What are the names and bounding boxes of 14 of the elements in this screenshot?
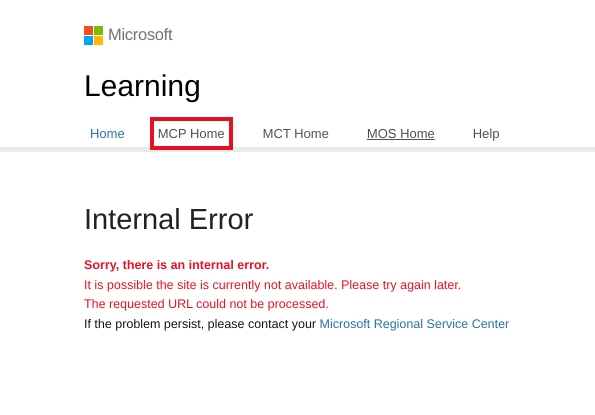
message-text: The requested URL could not be processed. — [84, 296, 330, 314]
message-text: Sorry, there is an internal error. — [84, 257, 270, 274]
nav-link[interactable]: MOS Home — [358, 116, 443, 150]
message-text: If the problem persist, please contact your Microsoft Regional Service Center — [84, 316, 510, 334]
message-text: It is possible the site is currently not available. Please try again later. — [84, 276, 462, 294]
nav-link[interactable]: MCP Home — [150, 116, 233, 150]
site-title: Learning — [84, 69, 202, 105]
windows-logo-icon — [84, 26, 103, 44]
nav-link[interactable]: MCT Home — [254, 116, 337, 150]
service-center-link[interactable]: Microsoft Regional Service Center — [320, 317, 510, 332]
nav-link[interactable]: Help — [464, 116, 508, 150]
brand-name: Microsoft — [108, 26, 172, 44]
error-title: Internal Error — [84, 203, 254, 238]
nav-link[interactable]: Home — [82, 116, 133, 150]
